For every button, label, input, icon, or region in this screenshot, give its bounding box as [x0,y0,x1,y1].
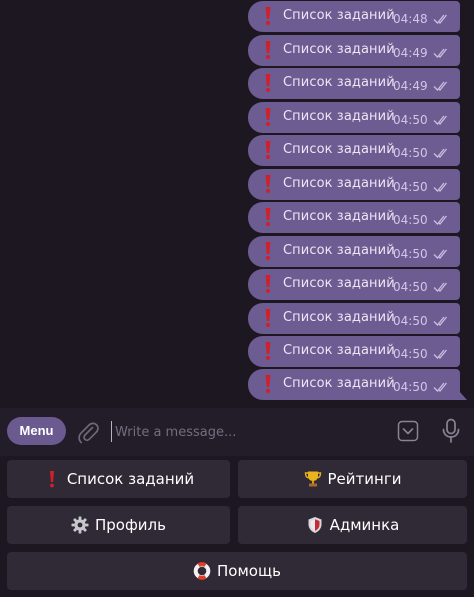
help-button[interactable]: Помощь [7,552,467,590]
text-caret [111,421,112,442]
message-time: 04:50 [393,280,428,294]
message-list[interactable]: Список заданий 04:48 Список заданий 04:4… [0,0,474,408]
double-check-icon [433,214,451,226]
double-check-icon [433,315,451,327]
microphone-icon[interactable] [440,418,462,444]
exclamation-icon [265,174,271,194]
button-label: Список заданий [66,470,195,488]
message-text: Список заданий [283,343,395,358]
bot-reply-keyboard: Список заданий Рейтинги Профиль Админка … [0,456,474,597]
admin-panel-button[interactable]: Админка [238,506,467,544]
message-bubble[interactable]: Список заданий 04:49 [248,68,460,99]
message-time: 04:50 [393,213,428,227]
message-time: 04:50 [393,113,428,127]
ratings-button[interactable]: Рейтинги [238,460,467,498]
message-bubble[interactable]: Список заданий 04:50 [248,236,460,267]
double-check-icon [433,248,451,260]
message-time: 04:50 [393,380,428,394]
message-bubble[interactable]: Список заданий 04:50 [248,303,460,334]
bot-menu-button[interactable]: Menu [7,417,66,445]
message-time: 04:50 [393,180,428,194]
profile-button[interactable]: Профиль [7,506,230,544]
message-time: 04:49 [393,46,428,60]
button-label: Помощь [217,562,281,580]
lifebuoy-icon [193,562,211,580]
message-text: Список заданий [283,75,395,90]
exclamation-icon [265,73,271,93]
message-bubble[interactable]: Список заданий 04:50 [248,102,460,133]
message-time: 04:49 [393,79,428,93]
trophy-icon [304,470,322,488]
message-text: Список заданий [283,376,395,391]
shield-icon [306,516,324,534]
message-text: Список заданий [283,8,395,23]
message-time: 04:48 [393,12,428,26]
telegram-chat-window: Список заданий 04:48 Список заданий 04:4… [0,0,474,597]
message-bubble[interactable]: Список заданий 04:48 [248,1,460,32]
message-composer: Menu [0,408,474,456]
tasks-list-button[interactable]: Список заданий [7,460,230,498]
message-text: Список заданий [283,142,395,157]
double-check-icon [433,147,451,159]
exclamation-icon [265,341,271,361]
exclamation-icon [265,107,271,127]
bubble-tail [459,391,467,400]
double-check-icon [433,80,451,92]
exclamation-icon [265,6,271,26]
message-input[interactable] [115,420,385,444]
exclamation-icon [265,274,271,294]
message-text: Список заданий [283,276,395,291]
message-time: 04:50 [393,314,428,328]
paperclip-icon[interactable] [77,420,99,444]
double-check-icon [433,348,451,360]
message-text: Список заданий [283,109,395,124]
double-check-icon [433,281,451,293]
message-text: Список заданий [283,42,395,57]
button-label: Админка [329,516,400,534]
message-time: 04:50 [393,347,428,361]
double-check-icon [433,181,451,193]
exclamation-icon [265,308,271,328]
chevron-down-icon[interactable] [397,420,419,442]
exclamation-icon [265,374,271,394]
exclamation-icon [265,40,271,60]
double-check-icon [433,381,451,393]
message-bubble[interactable]: Список заданий 04:49 [248,35,460,66]
message-bubble[interactable]: Список заданий 04:50 [248,369,467,400]
message-text: Список заданий [283,176,395,191]
message-bubble[interactable]: Список заданий 04:50 [248,135,460,166]
message-bubble[interactable]: Список заданий 04:50 [248,202,460,233]
double-check-icon [433,114,451,126]
message-text: Список заданий [283,209,395,224]
message-text: Список заданий [283,310,395,325]
button-label: Рейтинги [327,470,402,488]
message-time: 04:50 [393,247,428,261]
message-bubble[interactable]: Список заданий 04:50 [248,269,460,300]
gear-icon [71,516,89,534]
exclamation-icon [43,470,61,488]
double-check-icon [433,47,451,59]
message-time: 04:50 [393,146,428,160]
exclamation-icon [265,207,271,227]
button-label: Профиль [95,516,166,534]
message-text: Список заданий [283,243,395,258]
exclamation-icon [265,241,271,261]
message-bubble[interactable]: Список заданий 04:50 [248,169,460,200]
exclamation-icon [265,140,271,160]
double-check-icon [433,13,451,25]
message-bubble[interactable]: Список заданий 04:50 [248,336,460,367]
